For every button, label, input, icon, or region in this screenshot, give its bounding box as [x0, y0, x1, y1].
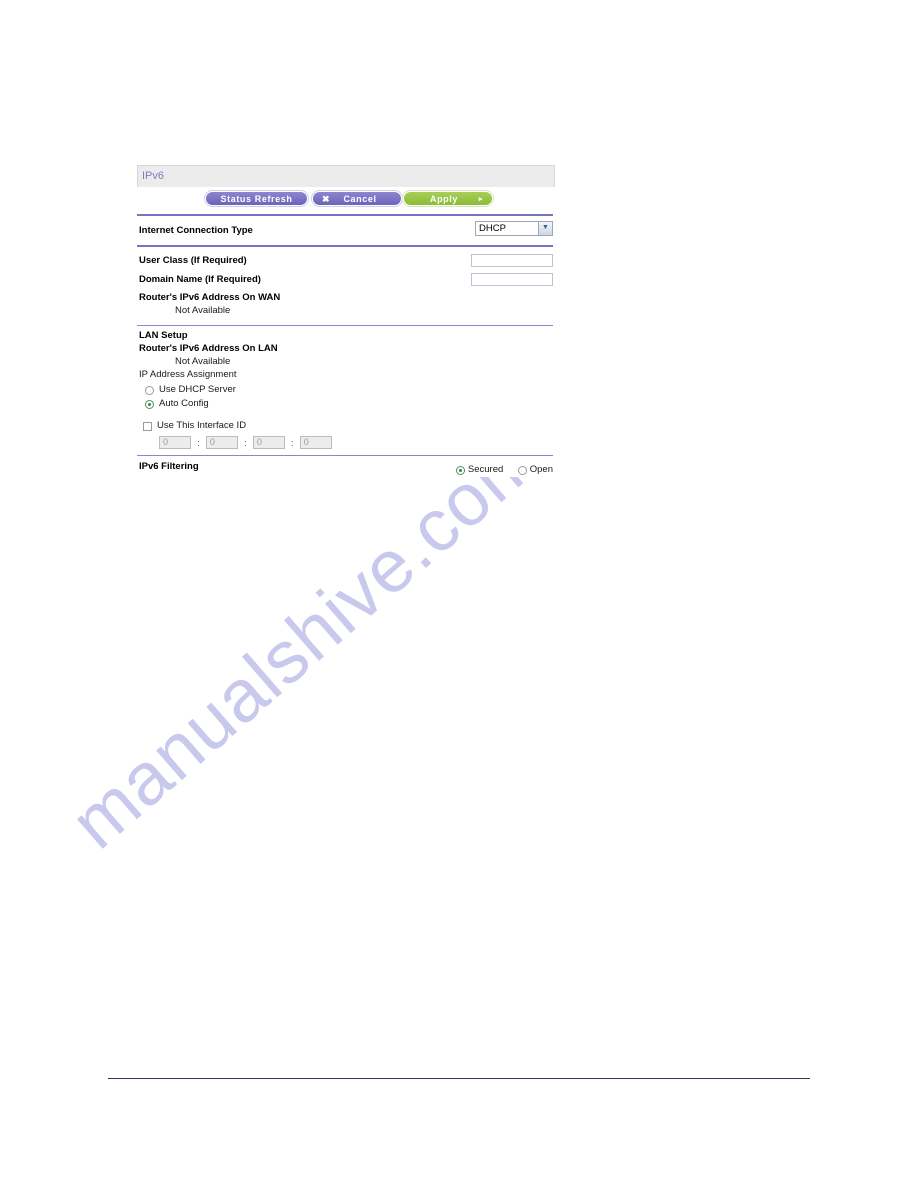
user-class-label: User Class (If Required) [139, 255, 247, 266]
interface-id-fields: 0 : 0 : 0 : 0 [137, 434, 555, 450]
apply-label: Apply [429, 194, 458, 204]
domain-name-row: Domain Name (If Required) [137, 272, 555, 288]
internet-connection-type-value: DHCP [479, 223, 506, 234]
chevron-down-icon[interactable]: ▼ [538, 222, 552, 235]
action-button-bar: Status Refresh ✖ Cancel Apply ▸ [137, 187, 555, 214]
wan-address-value: Not Available [175, 305, 231, 316]
internet-connection-type-row: Internet Connection Type DHCP ▼ [137, 216, 555, 245]
page-title: IPv6 [142, 170, 165, 182]
interface-id-separator-3: : [291, 437, 294, 448]
checkbox-use-interface-id[interactable]: Use This Interface ID [137, 420, 555, 434]
lan-address-value-row: Not Available [137, 355, 555, 368]
user-class-input[interactable] [471, 254, 553, 267]
user-class-row: User Class (If Required) [137, 253, 555, 269]
radio-icon-filtering-secured[interactable] [455, 466, 465, 475]
interface-id-field-4[interactable]: 0 [299, 436, 332, 450]
ipv6-filtering-label: IPv6 Filtering [139, 461, 199, 472]
panel-header: IPv6 [137, 165, 555, 187]
radio-filtering-secured[interactable]: Secured [455, 464, 504, 476]
arrow-right-icon: ▸ [478, 196, 483, 203]
ipv6-settings-panel: IPv6 Status Refresh ✖ Cancel Apply ▸ Int… [137, 165, 555, 477]
apply-button[interactable]: Apply ▸ [403, 191, 493, 206]
status-refresh-button[interactable]: Status Refresh [205, 191, 308, 206]
cancel-button[interactable]: ✖ Cancel [312, 191, 402, 206]
lan-address-value: Not Available [175, 356, 231, 367]
checkbox-label-use-interface-id: Use This Interface ID [157, 420, 247, 431]
wan-address-row: Router's IPv6 Address On WAN [137, 291, 555, 304]
radio-icon-filtering-open[interactable] [517, 466, 527, 475]
interface-id-separator-1: : [197, 437, 200, 448]
page-footer-rule [108, 1078, 810, 1079]
close-icon: ✖ [322, 194, 331, 204]
interface-id-field-2[interactable]: 0 [205, 436, 238, 450]
domain-name-label: Domain Name (If Required) [139, 274, 261, 285]
ip-assignment-label: IP Address Assignment [139, 369, 237, 380]
interface-id-separator-2: : [244, 437, 247, 448]
internet-connection-type-label: Internet Connection Type [139, 225, 253, 236]
interface-id-field-1[interactable]: 0 [159, 436, 191, 450]
lan-address-label: Router's IPv6 Address On LAN [139, 343, 278, 354]
ipv6-filtering-options: Secured Open [446, 459, 553, 477]
radio-label-filtering-secured: Secured [467, 464, 504, 475]
watermark-text: manualshive.com [70, 420, 556, 865]
ipv6-filtering-row: IPv6 Filtering Secured Open [137, 456, 555, 477]
checkbox-icon-use-interface-id[interactable] [143, 422, 152, 431]
radio-icon-auto-config[interactable] [145, 400, 154, 409]
radio-icon-use-dhcp-server[interactable] [145, 386, 154, 395]
domain-name-input[interactable] [471, 273, 553, 286]
ip-assignment-label-row: IP Address Assignment [137, 368, 555, 381]
wan-address-label: Router's IPv6 Address On WAN [139, 292, 281, 303]
radio-filtering-open[interactable]: Open [517, 464, 553, 476]
cancel-label: Cancel [343, 194, 377, 204]
watermark: manualshive.com [70, 420, 830, 890]
internet-connection-type-select[interactable]: DHCP ▼ [475, 221, 553, 236]
status-refresh-label: Status Refresh [220, 194, 293, 204]
lan-setup-heading-row: LAN Setup [137, 329, 555, 342]
interface-id-field-3[interactable]: 0 [252, 436, 285, 450]
radio-use-dhcp-server[interactable]: Use DHCP Server [137, 384, 555, 398]
radio-label-auto-config: Auto Config [159, 398, 209, 409]
panel-body: Status Refresh ✖ Cancel Apply ▸ Internet… [137, 187, 555, 477]
radio-label-use-dhcp-server: Use DHCP Server [159, 384, 236, 395]
radio-label-filtering-open: Open [529, 464, 553, 475]
radio-auto-config[interactable]: Auto Config [137, 398, 555, 412]
wan-address-value-row: Not Available [137, 304, 555, 317]
lan-setup-heading: LAN Setup [139, 330, 188, 341]
lan-address-row: Router's IPv6 Address On LAN [137, 342, 555, 355]
